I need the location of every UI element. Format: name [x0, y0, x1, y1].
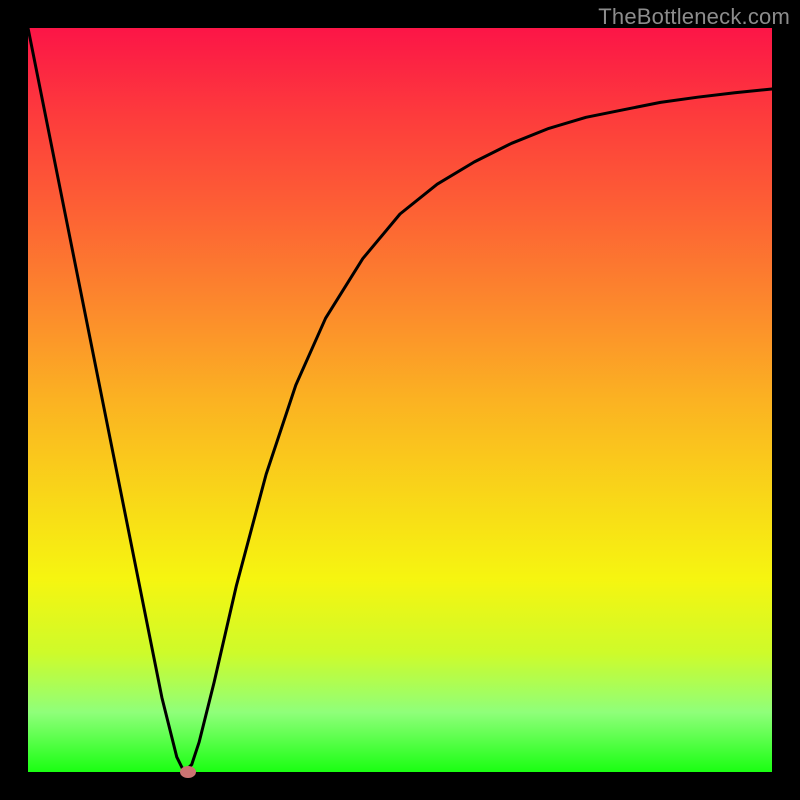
watermark-text: TheBottleneck.com	[598, 4, 790, 30]
optimal-point-marker	[180, 766, 196, 778]
bottleneck-curve	[28, 28, 772, 772]
chart-plot-area	[28, 28, 772, 772]
